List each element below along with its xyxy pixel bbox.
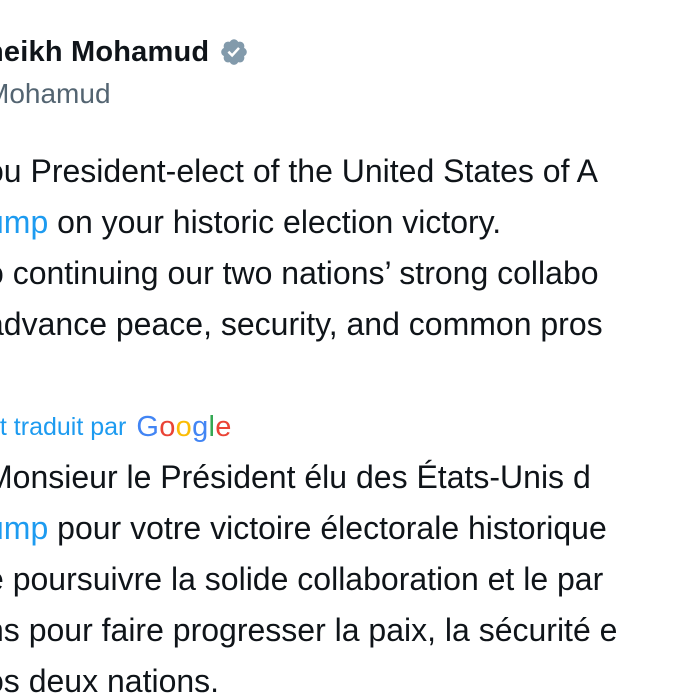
- translated-line: ump pour votre victoire électorale histo…: [0, 503, 617, 554]
- mention-link[interactable]: ump: [0, 204, 48, 240]
- translated-line: e poursuivre la solide collaboration et …: [0, 554, 617, 605]
- author-display-name[interactable]: heikh Mohamud: [0, 36, 209, 69]
- translated-line: ns pour faire progresser la paix, la séc…: [0, 605, 617, 656]
- author-handle[interactable]: Mohamud: [0, 78, 111, 110]
- tweet-line-text: on your historic election victory.: [48, 204, 502, 240]
- google-logo: Google: [136, 410, 232, 443]
- tweet-line: o continuing our two nations’ strong col…: [0, 248, 603, 299]
- tweet-original-text: ou President-elect of the United States …: [0, 146, 603, 350]
- tweet-card: heikh Mohamud Mohamud ou President-elect…: [0, 0, 700, 700]
- tweet-line: ump on your historic election victory.: [0, 197, 603, 248]
- translated-line-text: os deux nations.: [0, 663, 220, 699]
- translation-attribution[interactable]: et traduit par Google: [0, 404, 232, 450]
- translated-line-text: ns pour faire progresser la paix, la séc…: [0, 612, 618, 648]
- tweet-author-row: heikh Mohamud: [0, 32, 249, 72]
- translated-line-text: pour votre victoire électorale historiqu…: [48, 510, 607, 546]
- tweet-translated-text: Monsieur le Président élu des États-Unis…: [0, 452, 617, 700]
- tweet-line: ou President-elect of the United States …: [0, 146, 603, 197]
- tweet-line-text: o continuing our two nations’ strong col…: [0, 255, 599, 291]
- tweet-line: advance peace, security, and common pros: [0, 299, 603, 350]
- tweet-line-text: ou President-elect of the United States …: [0, 153, 598, 189]
- translated-line-text: e poursuivre la solide collaboration et …: [0, 561, 604, 597]
- verified-badge-icon: [221, 39, 248, 65]
- translated-line: os deux nations.: [0, 656, 617, 700]
- translation-label: et traduit par: [0, 412, 127, 441]
- translated-line-text: Monsieur le Président élu des États-Unis…: [0, 459, 591, 495]
- translated-line: Monsieur le Président élu des États-Unis…: [0, 452, 617, 503]
- mention-link[interactable]: ump: [0, 510, 48, 546]
- handle-text: Mohamud: [0, 78, 111, 109]
- tweet-line-text: advance peace, security, and common pros: [0, 306, 603, 342]
